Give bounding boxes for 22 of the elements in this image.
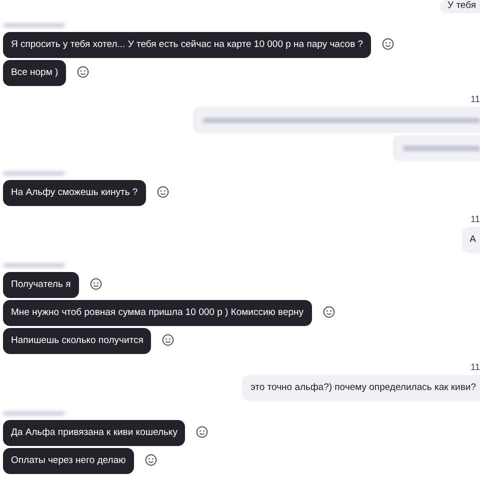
message-bubble: Мне нужно чтоб ровная сумма пришла 10 000 р ) Комиссию верну xyxy=(3,300,312,326)
message-bubble: Напишешь сколько получится xyxy=(3,328,152,354)
message-bubble: У тебя xyxy=(440,0,480,13)
emoji-icon[interactable] xyxy=(144,454,157,466)
message-bubble: На Альфу сможешь кинуть ? xyxy=(3,180,146,206)
emoji-icon[interactable] xyxy=(90,278,102,290)
emoji-icon[interactable] xyxy=(196,426,208,438)
message-time: 11 xyxy=(470,94,480,104)
emoji-icon[interactable] xyxy=(77,66,90,78)
message-bubble: это точно альфа?) почему определилась как киви? xyxy=(242,375,480,401)
message-bubble: Все норм ) xyxy=(3,60,66,86)
emoji-icon[interactable] xyxy=(382,38,394,50)
emoji-icon[interactable] xyxy=(322,306,335,318)
message-time: 11 xyxy=(470,362,480,372)
message-bubble: А xyxy=(462,227,480,253)
message-bubble: Оплаты через него делаю xyxy=(3,448,134,474)
message-bubble: Я спросить у тебя хотел... У тебя есть сейчас на карте 10 000 р на пару часов ? xyxy=(3,32,372,58)
emoji-icon[interactable] xyxy=(156,186,169,198)
emoji-icon[interactable] xyxy=(162,334,174,346)
message-time: 11 xyxy=(470,214,480,224)
message-bubble: Получатель я xyxy=(3,272,79,298)
message-bubble: Да Альфа привязана к киви кошельку xyxy=(3,420,186,446)
